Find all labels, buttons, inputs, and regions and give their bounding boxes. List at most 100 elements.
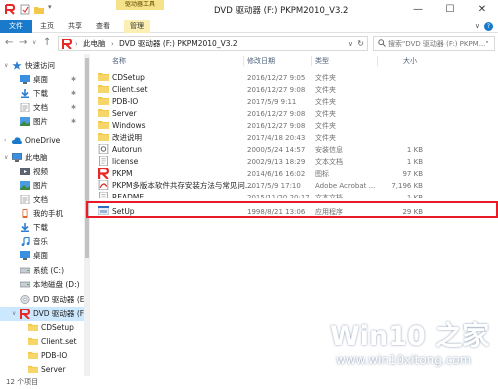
- file-row[interactable]: Client.set 2016/12/27 9:08 文件夹: [92, 84, 498, 96]
- file-row[interactable]: PKPM多版本软件共存安装方法与常见问... 2017/5/9 17:10 Adob…: [92, 179, 498, 192]
- file-size: 97 KB: [402, 170, 423, 178]
- file-name: PKPM: [112, 169, 133, 178]
- column-divider[interactable]: [377, 56, 378, 66]
- search-input[interactable]: [388, 37, 492, 50]
- tab-manage[interactable]: 管理: [124, 20, 150, 33]
- collapse-chevron-icon[interactable]: ∨: [4, 61, 8, 71]
- file-type: 文件夹: [315, 86, 336, 94]
- column-header-date[interactable]: 修改日期: [247, 56, 275, 66]
- maximize-button[interactable]: ☐: [434, 0, 466, 20]
- file-date: 2016/12/27 9:08: [247, 122, 306, 130]
- file-row[interactable]: Windows 2016/12/27 9:08 文件夹: [92, 120, 498, 132]
- collapse-chevron-icon[interactable]: ∨: [12, 309, 16, 319]
- file-row[interactable]: PDB-IO 2017/5/9 9:11 文件夹: [92, 96, 498, 108]
- file-date: 2014/6/16 16:02: [247, 170, 306, 178]
- breadcrumb-this-pc[interactable]: 此电脑: [83, 38, 106, 50]
- file-name: Server: [112, 109, 137, 118]
- file-row[interactable]: README 2015/11/20 20:17 文本文档 1 KB: [92, 192, 498, 198]
- nav-item-label: 文档: [33, 103, 48, 112]
- up-arrow-icon[interactable]: ↑: [43, 36, 51, 50]
- file-type: Adobe Acrobat ...: [315, 182, 376, 190]
- column-header-size[interactable]: 大小: [403, 56, 417, 66]
- refresh-icon[interactable]: ↻: [357, 38, 364, 50]
- file-row[interactable]: Autorun 2000/5/24 14:57 安装信息 1 KB: [92, 143, 498, 156]
- nav-item-label: 桌面: [33, 251, 48, 260]
- collapse-chevron-icon[interactable]: ∨: [4, 153, 8, 163]
- nav-item[interactable]: DVD 驱动器 (E:): [0, 293, 84, 307]
- picture-icon: [20, 117, 30, 126]
- tab-view[interactable]: 查看: [96, 20, 110, 33]
- quick-access-dropdown-icon[interactable]: ▾: [48, 3, 56, 14]
- folder-icon: [98, 108, 109, 117]
- recent-locations-icon[interactable]: ∨: [32, 36, 36, 50]
- nav-item-label: 本地磁盘 (D:): [33, 280, 80, 289]
- pkpm-drive-icon: [62, 39, 72, 49]
- file-type: 文件夹: [315, 74, 336, 82]
- column-divider[interactable]: [243, 56, 244, 66]
- nav-item[interactable]: › OneDrive: [0, 134, 84, 148]
- tab-share[interactable]: 共享: [68, 20, 82, 33]
- file-date: 2016/12/27 9:05: [247, 74, 306, 82]
- nav-item-label: 音乐: [33, 237, 48, 246]
- nav-item[interactable]: 桌面 ✱: [0, 73, 84, 87]
- expand-chevron-icon[interactable]: ›: [4, 136, 6, 146]
- nav-item[interactable]: ∨ 此电脑: [0, 151, 84, 165]
- nav-item[interactable]: ∨ 快速访问: [0, 59, 84, 73]
- file-row[interactable]: CDSetup 2016/12/27 9:05 文件夹: [92, 72, 498, 84]
- nav-item[interactable]: 本地磁盘 (D:): [0, 278, 84, 292]
- minimize-button[interactable]: —: [402, 0, 434, 20]
- title-bar: ▾ 驱动器工具 DVD 驱动器 (F:) PKPM2010_V3.2 — ☐ ✕: [0, 0, 498, 20]
- column-header-name[interactable]: 名称: [112, 56, 126, 66]
- ribbon-expand-icon[interactable]: ∨: [475, 20, 480, 33]
- help-icon[interactable]: ?: [484, 22, 493, 31]
- nav-item[interactable]: PDB-IO: [0, 349, 84, 363]
- address-dropdown-icon[interactable]: ∨: [348, 38, 353, 50]
- close-button[interactable]: ✕: [466, 0, 498, 20]
- file-row[interactable]: 改进说明 2017/4/18 20:43 文件夹: [92, 132, 498, 144]
- file-row[interactable]: Server 2016/12/27 9:08 文件夹: [92, 108, 498, 120]
- item-count: 12 个项目: [6, 378, 39, 386]
- nav-item[interactable]: 文档: [0, 193, 84, 207]
- nav-item[interactable]: CDSetup: [0, 321, 84, 335]
- scrollbar-thumb[interactable]: [85, 58, 89, 258]
- nav-item[interactable]: 文档 ✱: [0, 101, 84, 115]
- nav-item[interactable]: ∨ DVD 驱动器 (F:): [0, 307, 84, 321]
- nav-item[interactable]: 图片 ✱: [0, 115, 84, 129]
- nav-item[interactable]: 我的手机: [0, 207, 84, 221]
- pkpm-icon: [20, 308, 31, 320]
- nav-item[interactable]: Server: [0, 363, 84, 376]
- nav-item[interactable]: 图片: [0, 179, 84, 193]
- nav-item[interactable]: 下载: [0, 221, 84, 235]
- file-row[interactable]: license 2002/9/13 18:29 文本文档 1 KB: [92, 155, 498, 168]
- nav-item[interactable]: 桌面: [0, 249, 84, 263]
- video-icon: [20, 167, 30, 176]
- search-box[interactable]: [373, 36, 495, 51]
- app-icon[interactable]: [5, 4, 15, 15]
- back-arrow-icon[interactable]: ←: [5, 36, 13, 50]
- tab-file[interactable]: 文件: [0, 20, 32, 33]
- file-row[interactable]: PKPM 2014/6/16 16:02 图标 97 KB: [92, 166, 498, 180]
- navigation-pane: ∨ 快速访问 桌面 ✱ 下载 ✱ 文档 ✱ 图片 ✱ › OneDrive ∨ 此电脑 视频 图片 文档 我的手机…: [0, 54, 84, 376]
- nav-item-label: Server: [41, 365, 66, 374]
- address-bar[interactable]: › 此电脑 › DVD 驱动器 (F:) PKPM2010_V3.2 ∨ ↻: [58, 36, 368, 51]
- tab-home[interactable]: 主页: [40, 20, 54, 33]
- column-divider[interactable]: [311, 56, 312, 66]
- properties-icon[interactable]: [20, 4, 30, 15]
- pin-icon: ✱: [70, 90, 76, 97]
- breadcrumb-separator: ›: [111, 40, 114, 48]
- breadcrumb-current-drive[interactable]: DVD 驱动器 (F:) PKPM2010_V3.2: [119, 38, 238, 50]
- nav-item[interactable]: Client.set: [0, 335, 84, 349]
- forward-arrow-icon[interactable]: →: [19, 36, 27, 50]
- file-name: 改进说明: [112, 133, 142, 142]
- folder-icon: [28, 323, 38, 332]
- nav-item[interactable]: 下载 ✱: [0, 87, 84, 101]
- new-folder-icon[interactable]: [34, 4, 44, 15]
- nav-item[interactable]: 系统 (C:): [0, 264, 84, 278]
- column-header-type[interactable]: 类型: [315, 56, 329, 66]
- drive-tools-context-tab: 驱动器工具: [116, 0, 164, 10]
- nav-item[interactable]: 视频: [0, 165, 84, 179]
- file-type: 文件夹: [315, 110, 336, 118]
- pin-icon: ✱: [70, 118, 76, 125]
- nav-item-label: 系统 (C:): [33, 266, 64, 275]
- nav-item[interactable]: 音乐: [0, 235, 84, 249]
